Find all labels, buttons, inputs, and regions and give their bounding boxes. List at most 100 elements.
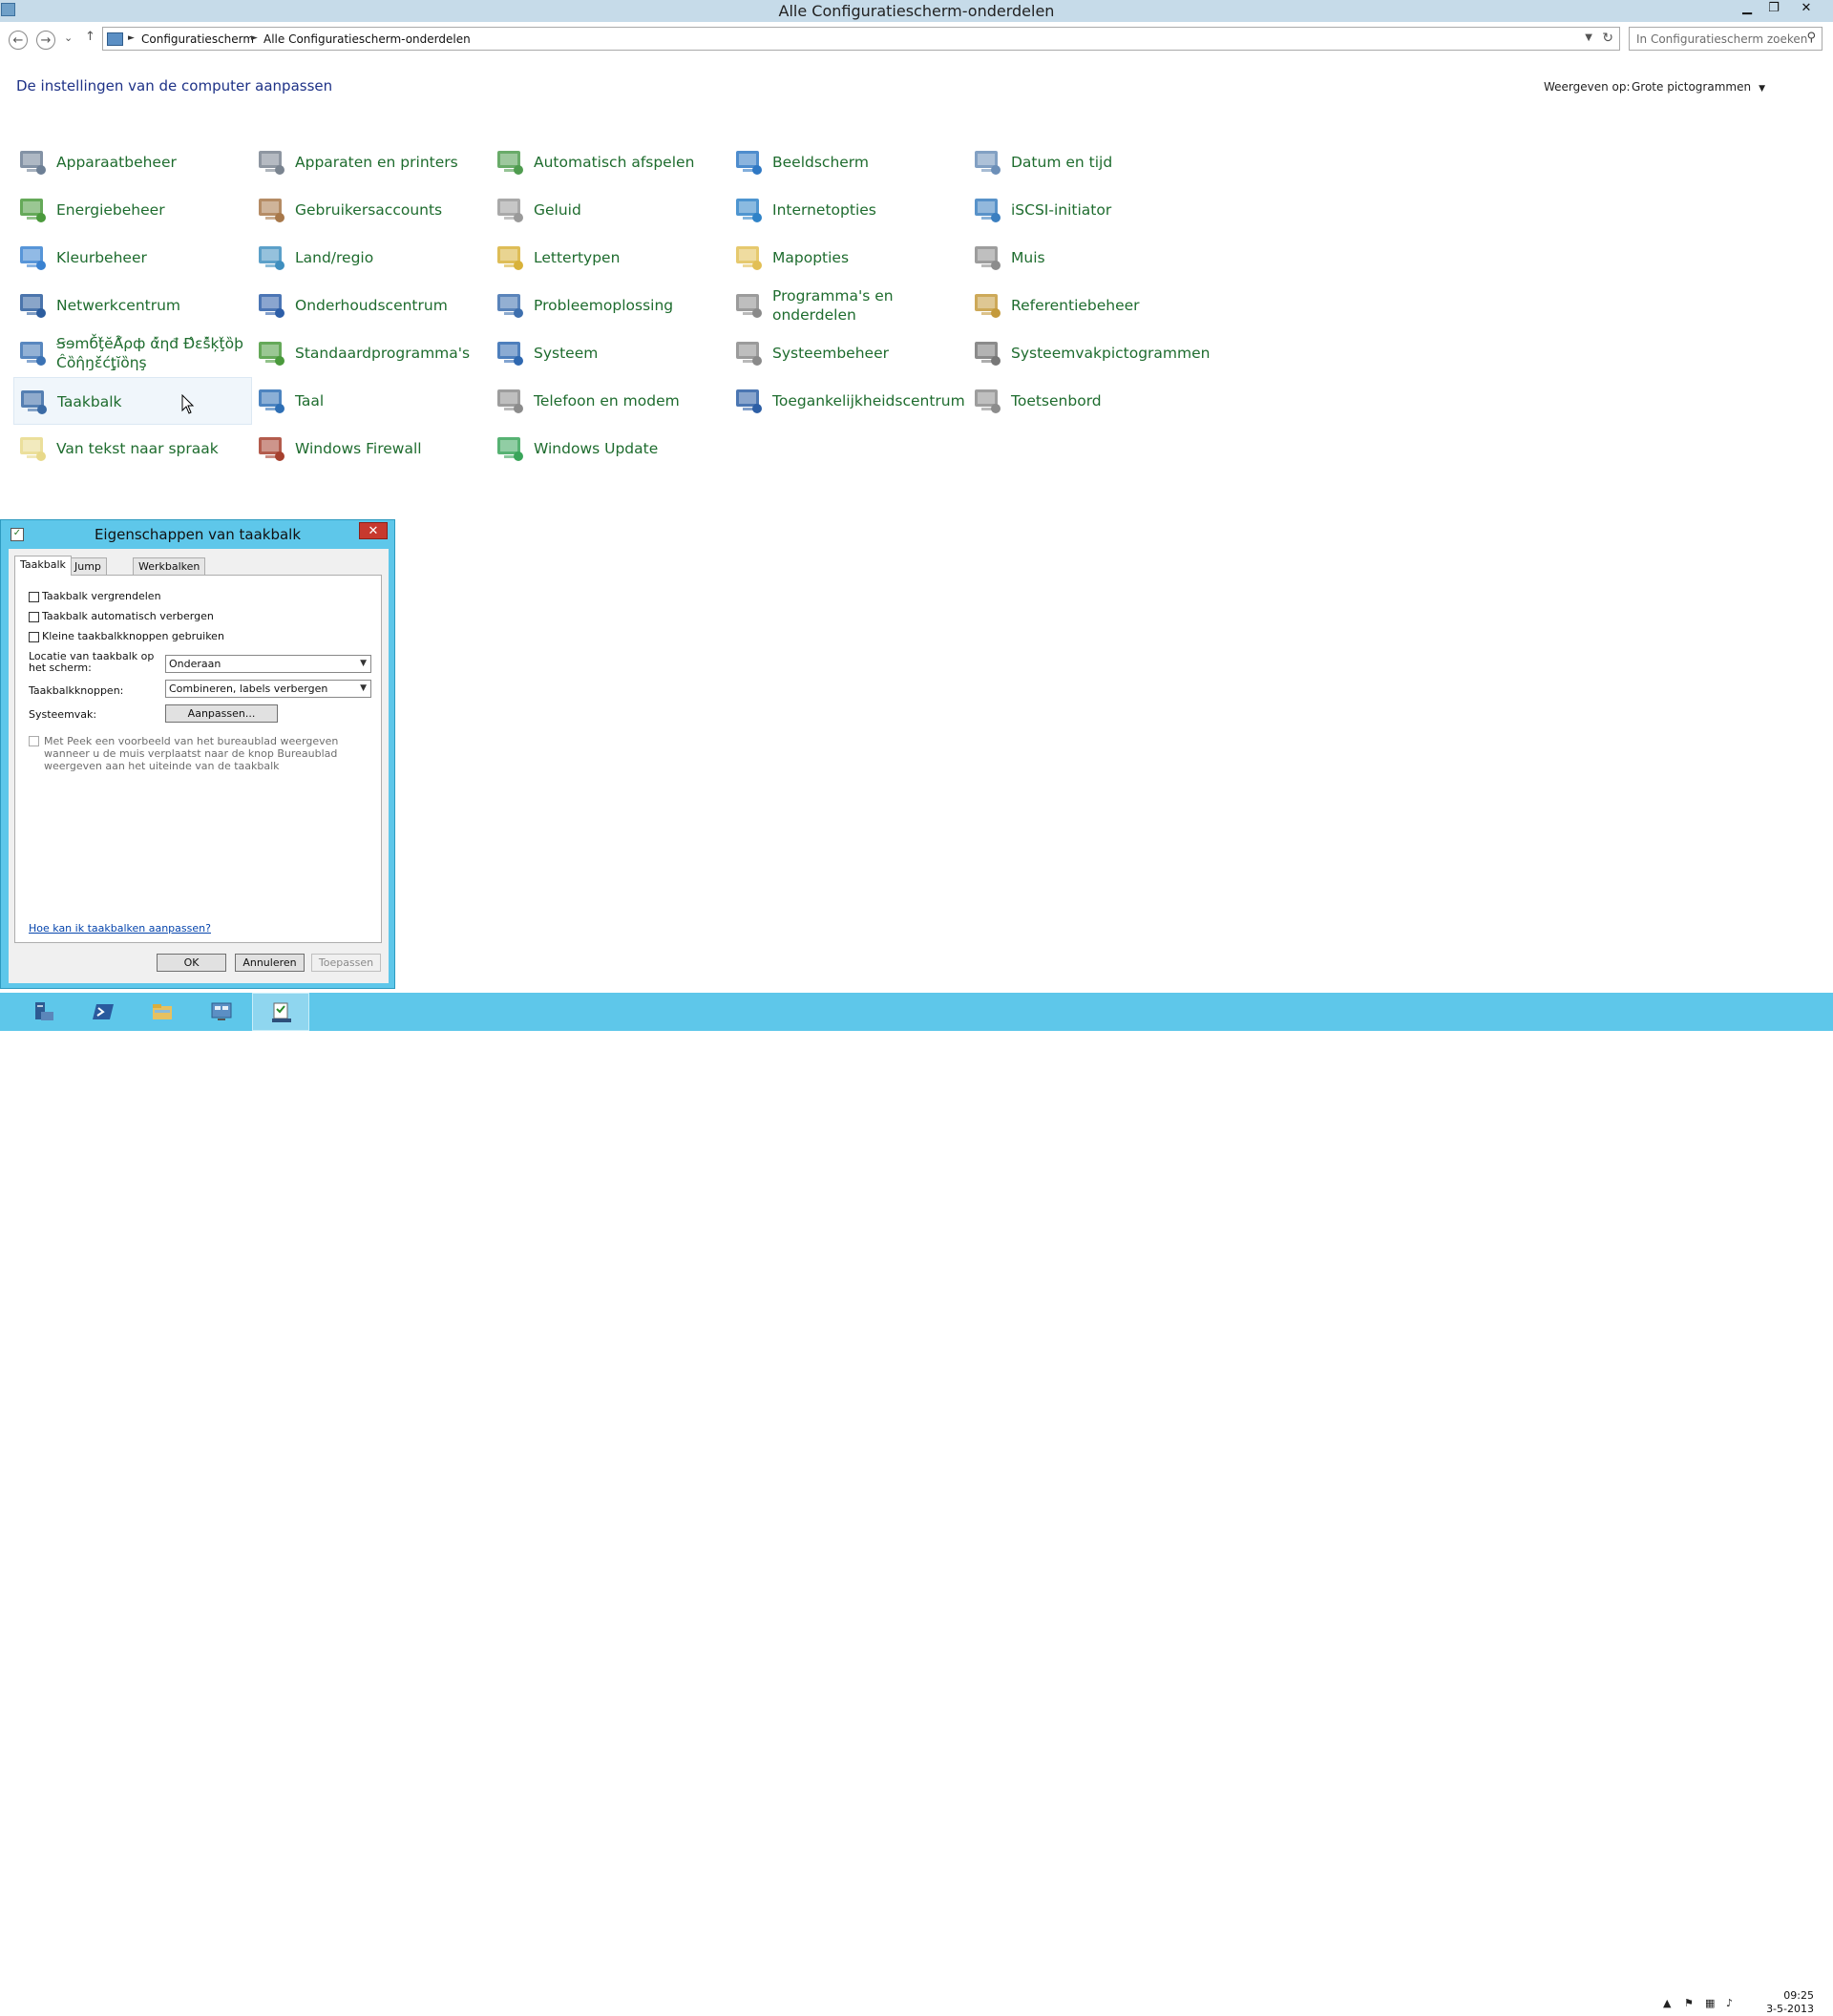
cp-item-ease-of-access[interactable]: Toegankelijkheidscentrum: [729, 377, 968, 425]
control-panel-icon: [211, 1002, 232, 1020]
cp-item-date-time[interactable]: Datum en tijd: [968, 138, 1207, 186]
buttons-select[interactable]: Combineren, labels verbergen ▼: [165, 680, 371, 698]
lock-taskbar-checkbox[interactable]: Taakbalk vergrendelen: [29, 590, 161, 602]
apply-button[interactable]: Toepassen: [311, 954, 381, 972]
speech-icon: [17, 433, 48, 464]
fonts-icon: [495, 242, 525, 273]
breadcrumb-all-items[interactable]: Alle Configuratiescherm-onderdelen: [263, 32, 471, 46]
cp-item-label: Muis: [1011, 249, 1045, 266]
cp-item-network-center[interactable]: Netwerkcentrum: [13, 282, 252, 329]
cp-item-label: Van tekst naar spraak: [56, 440, 219, 457]
location-select[interactable]: Onderaan ▼: [165, 655, 371, 673]
address-bar[interactable]: ► Configuratiescherm ► Alle Configuratie…: [102, 27, 1620, 51]
view-by-dropdown[interactable]: Grote pictogrammen ▼: [1632, 80, 1765, 94]
cp-item-device-manager[interactable]: Apparaatbeheer: [13, 138, 252, 186]
chevron-right-icon[interactable]: ►: [251, 33, 258, 43]
cp-item-label: Systeemvakpictogrammen: [1011, 345, 1211, 362]
cp-item-action-center[interactable]: Onderhoudscentrum: [252, 282, 491, 329]
dialog-close-button[interactable]: ✕: [359, 522, 388, 539]
cp-item-language[interactable]: Taal: [252, 377, 491, 425]
taskbar-powershell[interactable]: [74, 993, 132, 1031]
help-link[interactable]: Hoe kan ik taakbalken aanpassen?: [29, 922, 211, 934]
minimize-button[interactable]: ▁: [1736, 0, 1759, 17]
cp-item-autoplay[interactable]: Automatisch afspelen: [491, 138, 729, 186]
taskbar-server-manager[interactable]: [15, 993, 73, 1031]
refresh-icon[interactable]: ↻: [1602, 31, 1613, 46]
close-button[interactable]: ✕: [1795, 0, 1818, 17]
checkbox-label: Kleine taakbalkknoppen gebruiken: [42, 630, 224, 642]
cp-item-default-programs[interactable]: Standaardprogramma's: [252, 329, 491, 377]
cp-item-label: Systeem: [534, 345, 599, 362]
up-button[interactable]: ↑: [85, 30, 95, 44]
cp-item-credential-manager[interactable]: Referentiebeheer: [968, 282, 1207, 329]
cp-item-label: Taakbalk: [57, 393, 122, 410]
cp-item-troubleshooting[interactable]: Probleemoplossing: [491, 282, 729, 329]
volume-tray-icon[interactable]: ♪: [1726, 1997, 1733, 2009]
cp-item-phone-modem[interactable]: Telefoon en modem: [491, 377, 729, 425]
cp-item-speech[interactable]: Van tekst naar spraak: [13, 425, 252, 472]
taskbar-taskbar-properties[interactable]: [252, 993, 309, 1031]
cp-item-mouse[interactable]: Muis: [968, 234, 1207, 282]
cp-item-user-accounts[interactable]: Gebruikersaccounts: [252, 186, 491, 234]
cp-item-region[interactable]: Land/regio: [252, 234, 491, 282]
display-icon: [733, 147, 764, 178]
chevron-right-icon[interactable]: ►: [128, 33, 135, 43]
cp-item-taskbar[interactable]: Taakbalk: [13, 377, 252, 425]
search-icon[interactable]: ⚲: [1806, 31, 1816, 45]
cp-item-internet-options[interactable]: Internetopties: [729, 186, 968, 234]
network-tray-icon[interactable]: ▦: [1705, 1997, 1715, 2009]
customize-button[interactable]: Aanpassen...: [165, 704, 278, 723]
recent-locations-icon[interactable]: ⌄: [64, 32, 73, 44]
breadcrumb-control-panel[interactable]: Configuratiescherm: [141, 32, 254, 46]
cp-item-power[interactable]: Energiebeheer: [13, 186, 252, 234]
show-hidden-icons-icon[interactable]: ▲: [1663, 1997, 1671, 2009]
checkbox-box[interactable]: [29, 736, 39, 746]
cp-item-tray-icons[interactable]: Systeemvakpictogrammen: [968, 329, 1211, 377]
checkbox-box[interactable]: [29, 591, 39, 602]
taskbar-control-panel[interactable]: [193, 993, 250, 1031]
small-buttons-checkbox[interactable]: Kleine taakbalkknoppen gebruiken: [29, 630, 224, 642]
cp-item-label: Windows Update: [534, 440, 659, 457]
cp-item-windows-update[interactable]: Windows Update: [491, 425, 729, 472]
autohide-checkbox[interactable]: Taakbalk automatisch verbergen: [29, 610, 214, 622]
cp-item-system[interactable]: Systeem: [491, 329, 729, 377]
tab-toolbars[interactable]: Werkbalken: [133, 557, 206, 575]
cp-item-folder-options[interactable]: Mapopties: [729, 234, 968, 282]
speaker-icon: [495, 195, 525, 225]
taskbar: The Collection Book ▲ ⚑ ▦ ♪ 09:25 3-5-20…: [0, 993, 1833, 2015]
cp-item-iscsi[interactable]: iSCSI-initiator: [968, 186, 1207, 234]
cp-item-remote-desktop[interactable]: Ꞩɘmб̌ţ̌ĕȂ̌ρф ά̌ηđ Ɖ̂ɛš̂ķţ̌ȍþ Ĉȍη̂ŋέ̆ćţ̧ĭ…: [13, 329, 252, 377]
chevron-down-icon[interactable]: ▼: [1585, 32, 1592, 43]
peek-label: Met Peek een voorbeeld van het bureaubla…: [44, 735, 339, 772]
checkbox-box[interactable]: [29, 611, 39, 622]
tab-panel: Taakbalk vergrendelen Taakbalk automatis…: [14, 575, 382, 943]
cp-item-label: Beeldscherm: [772, 154, 870, 171]
cp-item-admin-tools[interactable]: Systeembeheer: [729, 329, 968, 377]
search-input[interactable]: In Configuratiescherm zoeken ⚲: [1629, 27, 1822, 51]
cp-item-keyboard[interactable]: Toetsenbord: [968, 377, 1207, 425]
cp-item-color-management[interactable]: Kleurbeheer: [13, 234, 252, 282]
cp-item-display[interactable]: Beeldscherm: [729, 138, 968, 186]
power-icon: [17, 195, 48, 225]
cp-item-fonts[interactable]: Lettertypen: [491, 234, 729, 282]
cp-item-sound[interactable]: Geluid: [491, 186, 729, 234]
back-button[interactable]: ←: [9, 31, 28, 50]
taskbar-file-explorer[interactable]: [134, 993, 191, 1031]
tab-taskbar[interactable]: Taakbalk: [14, 556, 72, 576]
restore-button[interactable]: ❐: [1762, 0, 1785, 17]
credential-icon: [972, 290, 1002, 321]
flag-tray-icon[interactable]: ⚑: [1684, 1997, 1694, 2009]
printer-icon: [256, 147, 286, 178]
clock[interactable]: 09:25 3-5-2013: [1757, 1989, 1814, 2016]
cp-item-devices-printers[interactable]: Apparaten en printers: [252, 138, 491, 186]
tab-jump-lists[interactable]: Jump Lists: [69, 557, 107, 590]
ok-button[interactable]: OK: [157, 954, 226, 972]
checkbox-box[interactable]: [29, 631, 39, 642]
language-icon: [256, 386, 286, 416]
cp-item-label: Referentiebeheer: [1011, 297, 1140, 314]
cancel-button[interactable]: Annuleren: [235, 954, 305, 972]
cp-item-firewall[interactable]: Windows Firewall: [252, 425, 491, 472]
cp-item-programs-features[interactable]: Programma's en onderdelen: [729, 282, 968, 329]
peek-checkbox[interactable]: Met Peek een voorbeeld van het bureaubla…: [29, 735, 372, 772]
forward-button[interactable]: →: [36, 31, 55, 50]
